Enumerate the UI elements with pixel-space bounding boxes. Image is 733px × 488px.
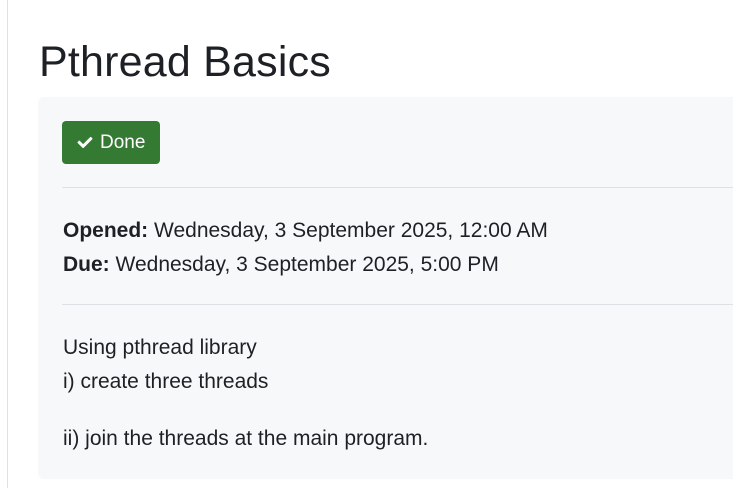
opened-date-row: Opened: Wednesday, 3 September 2025, 12:…	[63, 214, 548, 248]
description-line: i) create three threads	[63, 370, 269, 393]
activity-info-panel: Done Opened: Wednesday, 3 September 2025…	[38, 97, 733, 479]
activity-dates: Opened: Wednesday, 3 September 2025, 12:…	[63, 214, 548, 282]
opened-value: Wednesday, 3 September 2025, 12:00 AM	[154, 219, 548, 242]
done-button-label: Done	[100, 131, 146, 153]
page-frame: Pthread Basics Done Opened: Wednesday, 3…	[7, 0, 733, 488]
divider	[62, 187, 733, 188]
page-title: Pthread Basics	[39, 38, 332, 86]
done-button[interactable]: Done	[62, 121, 160, 164]
activity-description: Using pthread library i) create three th…	[63, 331, 428, 456]
check-icon	[77, 136, 93, 149]
opened-label: Opened:	[63, 219, 149, 242]
description-line: Using pthread library	[63, 336, 257, 359]
due-date-row: Due: Wednesday, 3 September 2025, 5:00 P…	[63, 248, 548, 282]
description-line: ii) join the threads at the main program…	[63, 427, 429, 450]
due-label: Due:	[63, 253, 110, 276]
divider	[62, 304, 733, 305]
due-value: Wednesday, 3 September 2025, 5:00 PM	[115, 253, 499, 276]
